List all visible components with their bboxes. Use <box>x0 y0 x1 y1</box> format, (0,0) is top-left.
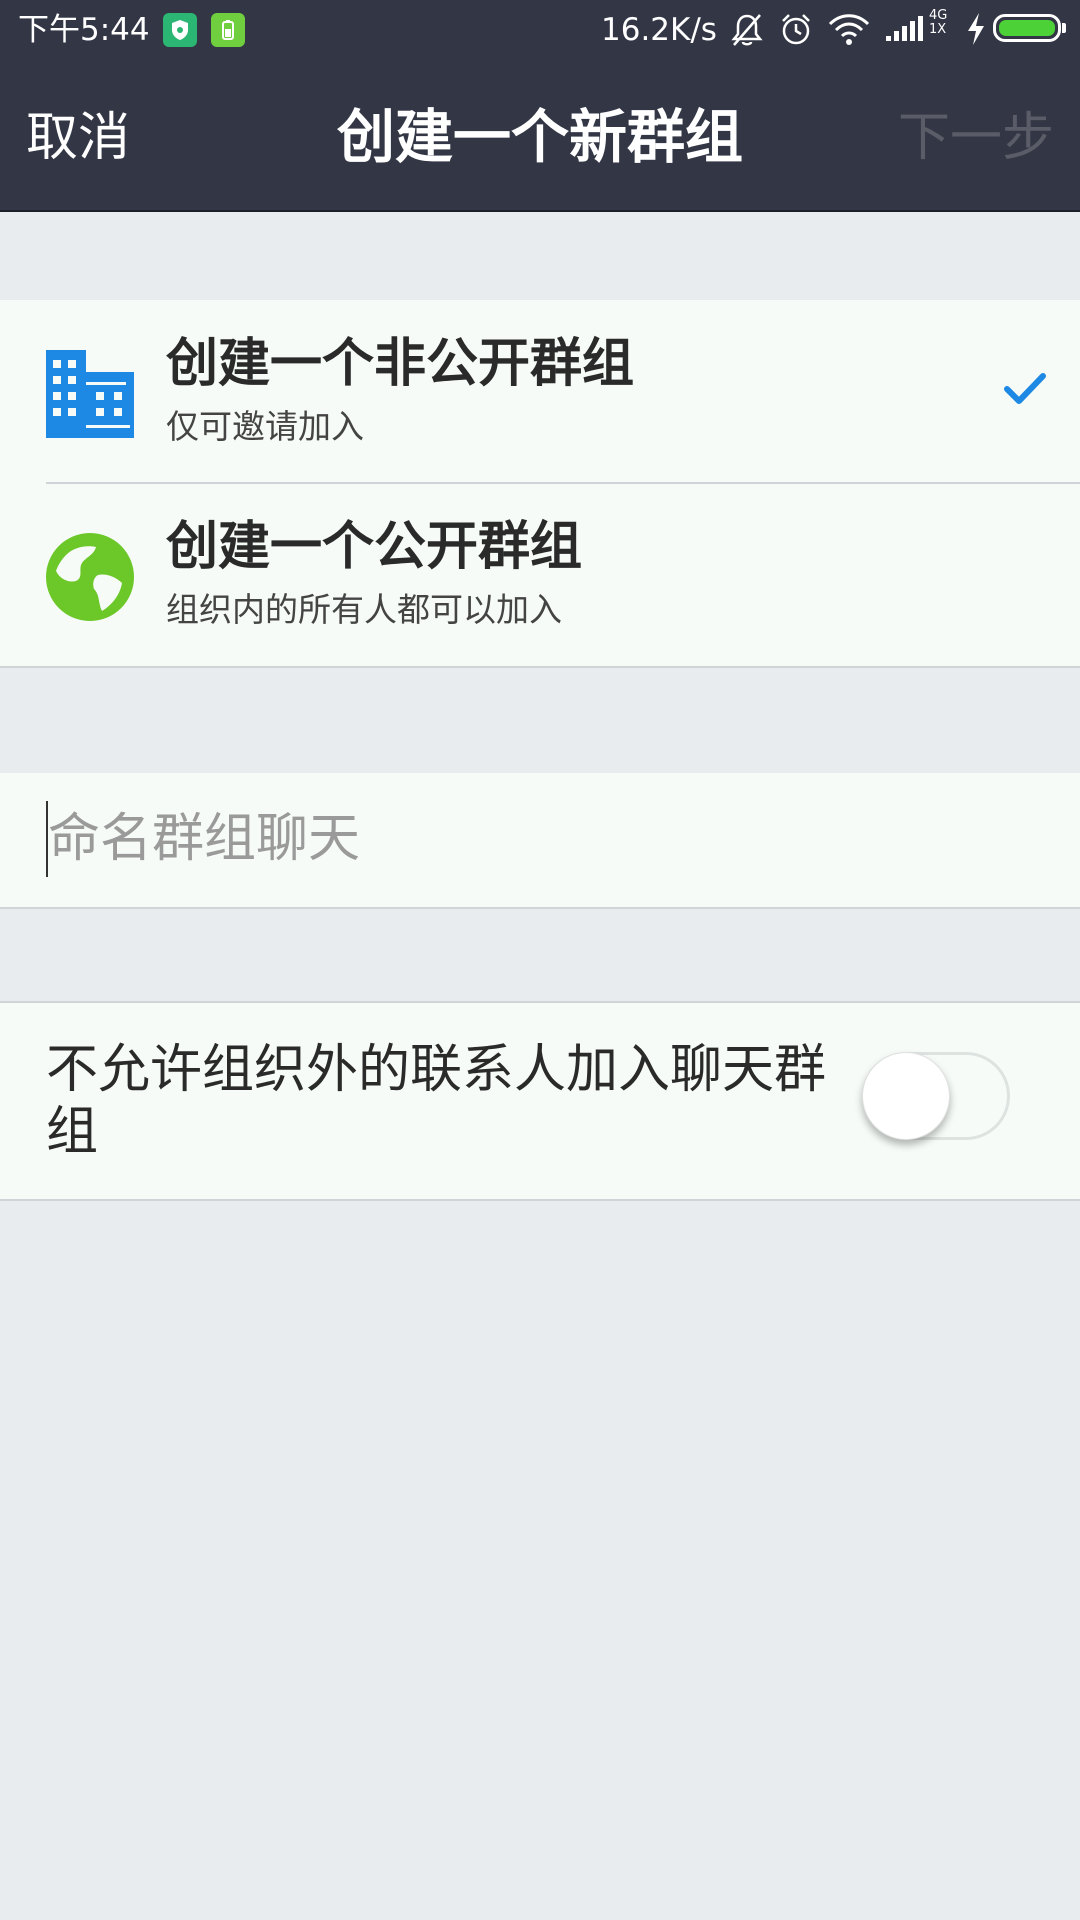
battery-app-icon <box>211 13 245 47</box>
toggle-knob <box>862 1052 950 1140</box>
status-bar: 下午5:44 16.2K/s 4G 1X <box>0 0 1080 60</box>
charging-icon <box>968 13 984 45</box>
alarm-icon <box>782 14 810 45</box>
checkmark-icon <box>1004 373 1046 404</box>
option-subtitle: 组织内的所有人都可以加入 <box>166 590 562 629</box>
group-name-section <box>0 773 1080 909</box>
status-time: 下午5:44 <box>18 12 150 48</box>
option-public-group[interactable]: 创建一个公开群组 组织内的所有人都可以加入 <box>0 483 1080 666</box>
external-contacts-label: 不允许组织外的联系人加入聊天群组 <box>46 1040 827 1162</box>
building-icon <box>46 350 134 438</box>
option-title: 创建一个非公开群组 <box>166 334 635 394</box>
network-type: 4G 1X <box>929 8 948 37</box>
wifi-icon <box>828 14 870 45</box>
group-name-input[interactable] <box>46 801 1028 877</box>
battery-tip <box>1062 23 1066 33</box>
external-contacts-section: 不允许组织外的联系人加入聊天群组 <box>0 1001 1080 1201</box>
signal-icon <box>886 16 923 41</box>
group-type-section: 创建一个非公开群组 仅可邀请加入 创建一个公开群组 组织内的所有人都可以加入 <box>0 300 1080 668</box>
shield-app-icon <box>163 13 197 47</box>
option-private-group[interactable]: 创建一个非公开群组 仅可邀请加入 <box>0 300 1080 484</box>
bell-muted-icon <box>731 14 763 46</box>
option-title: 创建一个公开群组 <box>166 517 583 577</box>
globe-icon <box>46 533 134 621</box>
nav-bar: 取消 创建一个新群组 下一步 <box>0 60 1080 212</box>
battery-icon <box>993 14 1061 42</box>
option-subtitle: 仅可邀请加入 <box>166 407 364 446</box>
next-step-button[interactable]: 下一步 <box>898 108 1054 168</box>
net-speed: 16.2K/s <box>601 12 717 48</box>
external-contacts-toggle[interactable] <box>862 1052 1010 1140</box>
battery-level <box>999 20 1055 36</box>
